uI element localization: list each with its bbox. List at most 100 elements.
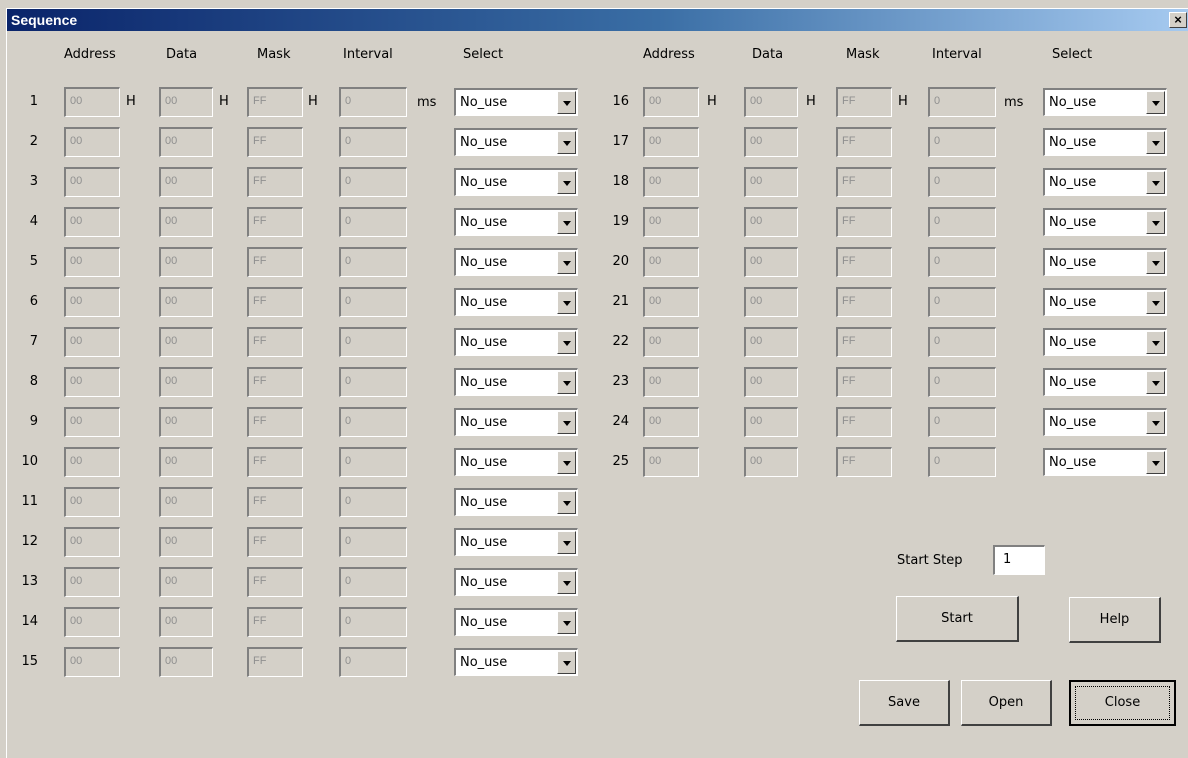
address-field[interactable]: 00 [64,327,120,357]
data-field[interactable]: 00 [159,567,213,597]
interval-field[interactable]: 0 [339,367,407,397]
address-field[interactable]: 00 [64,287,120,317]
mask-field[interactable]: FF [247,167,303,197]
chevron-down-icon[interactable] [557,531,576,554]
chevron-down-icon[interactable] [1146,171,1165,194]
interval-field[interactable]: 0 [339,567,407,597]
select-dropdown[interactable]: No_use [454,528,578,556]
chevron-down-icon[interactable] [557,171,576,194]
data-field[interactable]: 00 [744,127,798,157]
address-field[interactable]: 00 [64,607,120,637]
select-dropdown[interactable]: No_use [454,408,578,436]
chevron-down-icon[interactable] [557,411,576,434]
interval-field[interactable]: 0 [928,167,996,197]
mask-field[interactable]: FF [247,527,303,557]
select-dropdown[interactable]: No_use [454,488,578,516]
data-field[interactable]: 00 [159,207,213,237]
data-field[interactable]: 00 [744,87,798,117]
mask-field[interactable]: FF [247,567,303,597]
interval-field[interactable]: 0 [928,367,996,397]
chevron-down-icon[interactable] [557,291,576,314]
chevron-down-icon[interactable] [1146,91,1165,114]
address-field[interactable]: 00 [643,367,699,397]
interval-field[interactable]: 0 [339,447,407,477]
close-window-icon[interactable]: × [1169,12,1187,28]
select-dropdown[interactable]: No_use [1043,168,1167,196]
data-field[interactable]: 00 [159,247,213,277]
address-field[interactable]: 00 [64,167,120,197]
chevron-down-icon[interactable] [557,451,576,474]
select-dropdown[interactable]: No_use [454,208,578,236]
address-field[interactable]: 00 [643,87,699,117]
address-field[interactable]: 00 [64,567,120,597]
mask-field[interactable]: FF [836,367,892,397]
mask-field[interactable]: FF [247,607,303,637]
data-field[interactable]: 00 [159,87,213,117]
select-dropdown[interactable]: No_use [454,648,578,676]
data-field[interactable]: 00 [159,127,213,157]
select-dropdown[interactable]: No_use [1043,288,1167,316]
mask-field[interactable]: FF [836,247,892,277]
data-field[interactable]: 00 [159,527,213,557]
select-dropdown[interactable]: No_use [1043,248,1167,276]
data-field[interactable]: 00 [744,407,798,437]
address-field[interactable]: 00 [643,167,699,197]
chevron-down-icon[interactable] [557,331,576,354]
interval-field[interactable]: 0 [339,247,407,277]
mask-field[interactable]: FF [247,407,303,437]
chevron-down-icon[interactable] [557,251,576,274]
mask-field[interactable]: FF [836,287,892,317]
data-field[interactable]: 00 [159,487,213,517]
select-dropdown[interactable]: No_use [454,128,578,156]
interval-field[interactable]: 0 [928,407,996,437]
interval-field[interactable]: 0 [339,527,407,557]
select-dropdown[interactable]: No_use [454,288,578,316]
mask-field[interactable]: FF [836,87,892,117]
help-button[interactable]: Help [1069,597,1161,643]
address-field[interactable]: 00 [64,447,120,477]
data-field[interactable]: 00 [744,447,798,477]
chevron-down-icon[interactable] [1146,371,1165,394]
start-step-input[interactable]: 1 [993,545,1045,575]
data-field[interactable]: 00 [159,167,213,197]
interval-field[interactable]: 0 [928,87,996,117]
chevron-down-icon[interactable] [557,131,576,154]
address-field[interactable]: 00 [64,367,120,397]
mask-field[interactable]: FF [836,127,892,157]
interval-field[interactable]: 0 [928,247,996,277]
data-field[interactable]: 00 [744,247,798,277]
address-field[interactable]: 00 [643,207,699,237]
interval-field[interactable]: 0 [339,207,407,237]
address-field[interactable]: 00 [643,127,699,157]
mask-field[interactable]: FF [247,487,303,517]
mask-field[interactable]: FF [247,447,303,477]
mask-field[interactable]: FF [247,647,303,677]
interval-field[interactable]: 0 [928,327,996,357]
interval-field[interactable]: 0 [339,287,407,317]
interval-field[interactable]: 0 [339,87,407,117]
interval-field[interactable]: 0 [339,487,407,517]
save-button[interactable]: Save [859,680,950,726]
mask-field[interactable]: FF [836,207,892,237]
start-button[interactable]: Start [896,596,1019,642]
chevron-down-icon[interactable] [1146,131,1165,154]
select-dropdown[interactable]: No_use [454,248,578,276]
mask-field[interactable]: FF [836,327,892,357]
select-dropdown[interactable]: No_use [1043,368,1167,396]
mask-field[interactable]: FF [247,327,303,357]
mask-field[interactable]: FF [247,127,303,157]
mask-field[interactable]: FF [247,247,303,277]
chevron-down-icon[interactable] [1146,251,1165,274]
title-bar[interactable]: Sequence × [7,9,1188,31]
data-field[interactable]: 00 [159,407,213,437]
chevron-down-icon[interactable] [557,571,576,594]
address-field[interactable]: 00 [64,87,120,117]
address-field[interactable]: 00 [643,247,699,277]
address-field[interactable]: 00 [643,447,699,477]
select-dropdown[interactable]: No_use [1043,88,1167,116]
select-dropdown[interactable]: No_use [1043,128,1167,156]
data-field[interactable]: 00 [744,287,798,317]
data-field[interactable]: 00 [159,287,213,317]
select-dropdown[interactable]: No_use [454,608,578,636]
data-field[interactable]: 00 [744,167,798,197]
